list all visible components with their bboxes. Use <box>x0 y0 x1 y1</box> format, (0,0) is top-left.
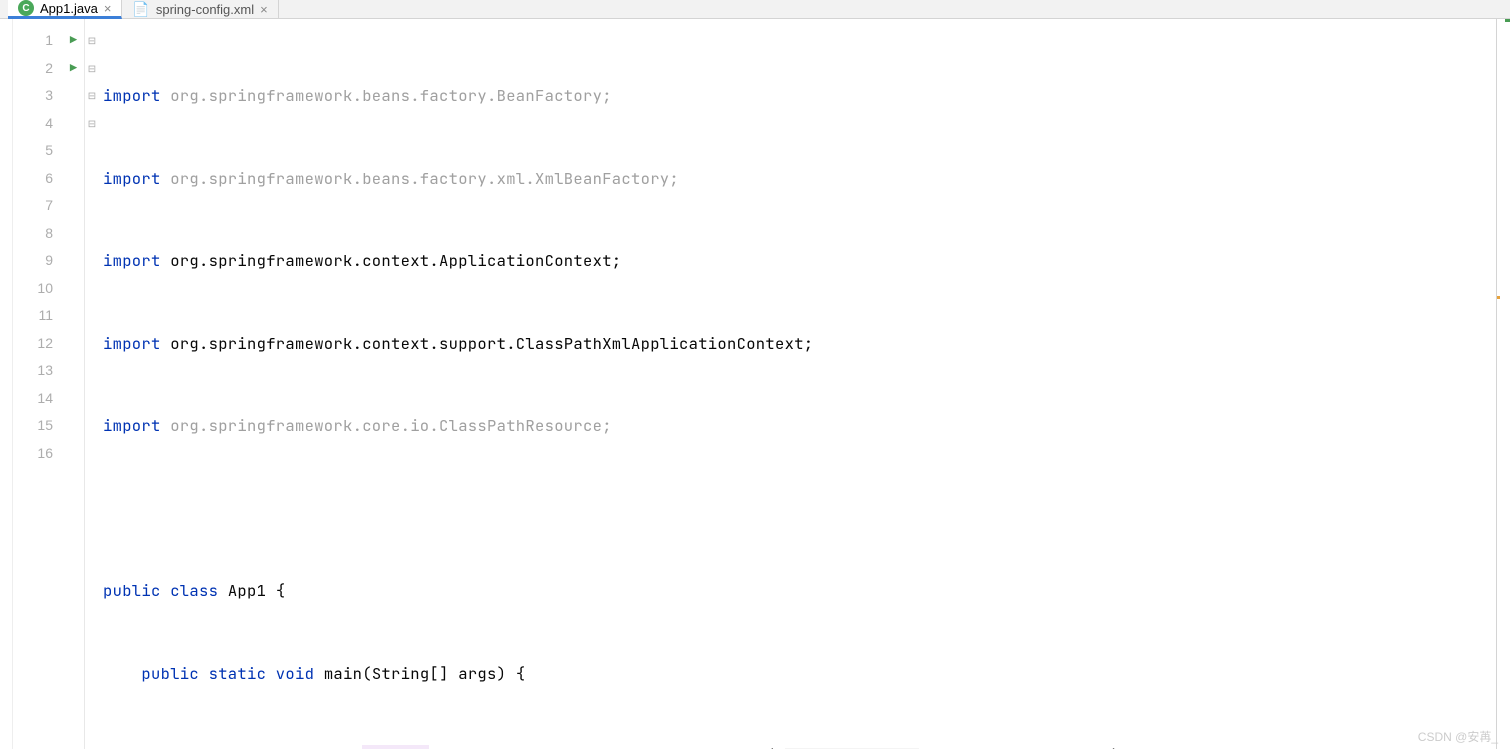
line-number-gutter: 1234 5678 9101112 13141516 <box>13 19 63 749</box>
tab-spring-config[interactable]: 📄 spring-config.xml × <box>122 0 278 18</box>
tab-app1-java[interactable]: C App1.java × <box>8 0 122 19</box>
tab-label: App1.java <box>40 1 98 16</box>
editor-tabs: C App1.java × 📄 spring-config.xml × <box>0 0 1510 19</box>
close-icon[interactable]: × <box>260 2 268 17</box>
code-editor[interactable]: 1234 5678 9101112 13141516 ▶ ▶ ⊟⊟⊟ ⊟ imp… <box>0 19 1510 749</box>
tab-label: spring-config.xml <box>156 2 254 17</box>
left-margin <box>0 19 13 749</box>
watermark: CSDN @安苒_ <box>1418 728 1498 745</box>
java-class-icon: C <box>18 0 34 16</box>
close-icon[interactable]: × <box>104 1 112 16</box>
run-class-icon[interactable]: ▶ <box>63 27 84 55</box>
run-main-icon[interactable]: ▶ <box>63 55 84 83</box>
xml-file-icon: 📄 <box>132 1 149 18</box>
fold-column: ⊟⊟⊟ ⊟ <box>85 19 99 749</box>
code-area[interactable]: import org.springframework.beans.factory… <box>99 19 1496 749</box>
error-stripe[interactable] <box>1496 19 1510 749</box>
gutter-run-icons: ▶ ▶ <box>63 19 85 749</box>
